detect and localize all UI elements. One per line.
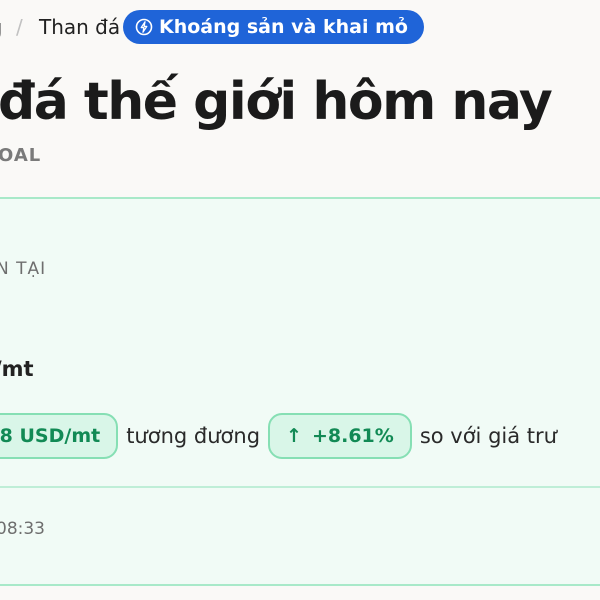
current-price-label: ĨN TẠI [0, 259, 47, 279]
page-title: đá thế giới hôm nay [0, 72, 553, 132]
panel-divider [0, 486, 600, 488]
bolt-circle-icon [135, 18, 153, 36]
comparison-text: so với giá trư [419, 424, 557, 448]
page: g / Than đá Khoáng sản và khai mỏ đá thế… [0, 0, 600, 600]
category-pill-button[interactable]: Khoáng sản và khai mỏ [123, 10, 424, 44]
change-percent-value: +8.61% [311, 425, 394, 447]
breadcrumb-previous-link[interactable]: g [0, 15, 3, 39]
price-change-row: 1.08 USD/mt tương đương ↑ +8.61% so với … [0, 411, 565, 461]
change-percent-badge: ↑ +8.61% [268, 413, 412, 459]
breadcrumb-separator: / [16, 15, 23, 39]
breadcrumb: g / Than đá Khoáng sản và khai mỏ [0, 10, 600, 44]
update-timestamp: 08:33 [0, 519, 45, 539]
change-amount-badge: 1.08 USD/mt [0, 413, 119, 459]
commodity-symbol: OAL [0, 145, 42, 166]
price-panel: ĨN TẠI /mt 1.08 USD/mt tương đương ↑ +8.… [0, 197, 600, 586]
equivalent-text: tương đương [126, 424, 261, 448]
price-unit: /mt [0, 357, 34, 381]
breadcrumb-current[interactable]: Than đá [39, 15, 120, 39]
arrow-up-icon: ↑ [286, 425, 302, 447]
category-pill-label: Khoáng sản và khai mỏ [159, 16, 408, 38]
